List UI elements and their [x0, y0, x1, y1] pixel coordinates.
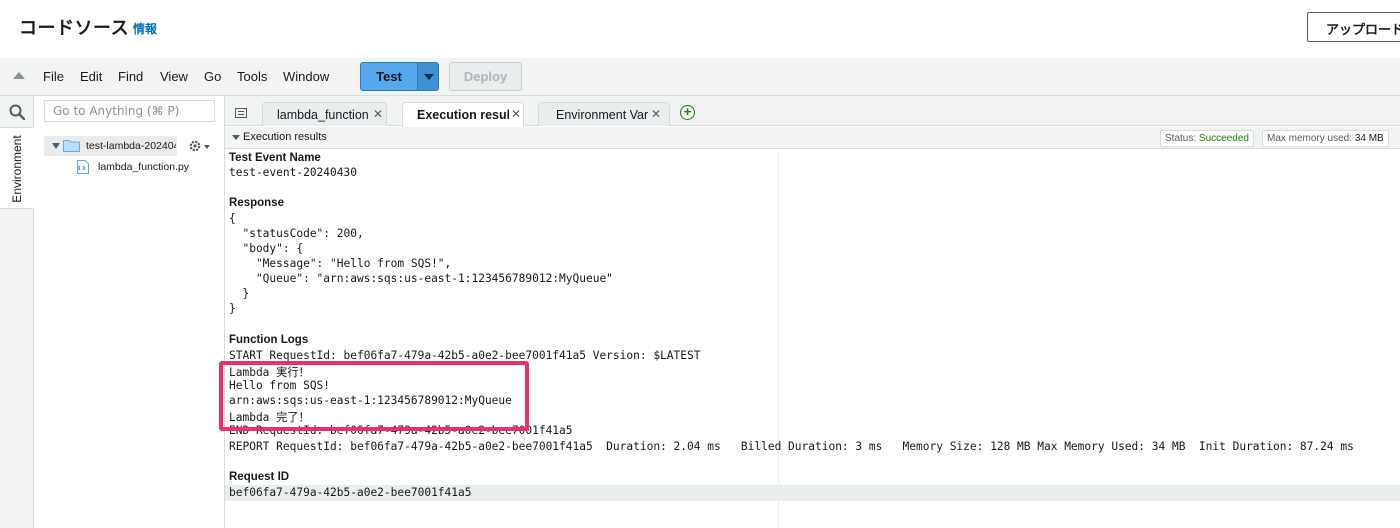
- tab-label: Execution results: [417, 108, 509, 122]
- close-icon[interactable]: ✕: [651, 107, 661, 121]
- search-icon[interactable]: [9, 104, 25, 120]
- close-icon[interactable]: ✕: [511, 107, 521, 121]
- print-margin-guide: [778, 150, 779, 528]
- menu-find[interactable]: Find: [118, 69, 143, 84]
- response-line: "body": {: [229, 242, 304, 255]
- status-badge: Status: Succeeded: [1160, 130, 1254, 147]
- page-title: コードソース: [19, 18, 130, 39]
- file-explorer: Go to Anything (⌘ P) test-lambda-202404 …: [34, 96, 225, 528]
- upload-button[interactable]: アップロード: [1307, 12, 1400, 42]
- menu-view[interactable]: View: [160, 69, 188, 84]
- test-button-group: Test: [360, 62, 439, 91]
- status-label: Status:: [1165, 133, 1197, 144]
- folder-label[interactable]: test-lambda-202404: [86, 140, 176, 152]
- execution-results-body: Test Event Name test-event-20240430 Resp…: [219, 150, 1400, 528]
- highlight-annotation: [219, 361, 529, 431]
- deploy-button[interactable]: Deploy: [449, 62, 522, 91]
- response-line: "Message": "Hello from SQS!",: [229, 257, 452, 270]
- request-id-label: Request ID: [229, 471, 290, 483]
- function-logs-label: Function Logs: [229, 334, 309, 346]
- python-file-icon: [77, 160, 89, 174]
- gear-dropdown-icon[interactable]: [204, 145, 210, 149]
- test-event-name: test-event-20240430: [229, 166, 357, 179]
- status-value: Succeeded: [1198, 133, 1249, 144]
- gear-icon[interactable]: [188, 139, 202, 153]
- environment-tab[interactable]: Environment: [0, 127, 34, 209]
- environment-tab-label: Environment: [10, 135, 24, 203]
- collapse-icon[interactable]: [13, 72, 25, 79]
- results-panel-header: Execution results Status: Succeeded Max …: [225, 127, 1400, 149]
- editor-tabbar: lambda_function. ✕ Execution results ✕ E…: [225, 96, 1400, 127]
- tab-lambda-function[interactable]: lambda_function. ✕: [262, 102, 387, 126]
- menu-edit[interactable]: Edit: [80, 69, 102, 84]
- test-event-name-label: Test Event Name: [229, 152, 321, 164]
- chevron-down-icon[interactable]: [232, 135, 240, 140]
- tab-label: Environment Var: [556, 108, 648, 122]
- response-line: }: [229, 287, 250, 300]
- tab-label: lambda_function.: [277, 108, 369, 122]
- left-rail: Environment: [0, 96, 34, 528]
- response-line: "statusCode": 200,: [229, 227, 364, 240]
- request-id: bef06fa7-479a-42b5-a0e2-bee7001f41a5: [229, 486, 472, 499]
- menu-file[interactable]: File: [43, 69, 64, 84]
- ide-menubar: File Edit Find View Go Tools Window Test…: [0, 58, 1400, 96]
- memory-badge: Max memory used: 34 MB: [1262, 130, 1389, 147]
- chevron-down-icon[interactable]: [52, 143, 60, 149]
- response-line: {: [229, 212, 236, 225]
- tab-execution-results[interactable]: Execution results ✕: [402, 102, 524, 127]
- log-line: REPORT RequestId: bef06fa7-479a-42b5-a0e…: [229, 440, 1354, 453]
- goto-anything-input[interactable]: Go to Anything (⌘ P): [44, 100, 215, 122]
- menu-window[interactable]: Window: [283, 69, 329, 84]
- tab-list-icon[interactable]: [235, 108, 247, 118]
- page-header: コードソース 情報 アップロード: [0, 0, 1400, 58]
- test-button[interactable]: Test: [361, 63, 417, 90]
- response-line: "Queue": "arn:aws:sqs:us-east-1:12345678…: [229, 272, 613, 285]
- info-link[interactable]: 情報: [133, 20, 157, 37]
- memory-value: 34 MB: [1354, 133, 1384, 144]
- response-label: Response: [229, 197, 284, 209]
- test-dropdown-icon[interactable]: [417, 63, 438, 90]
- tab-environment-variables[interactable]: Environment Var ✕: [538, 102, 670, 126]
- memory-label: Max memory used:: [1267, 133, 1353, 144]
- menu-go[interactable]: Go: [204, 69, 221, 84]
- close-icon[interactable]: ✕: [373, 107, 383, 121]
- menu-tools[interactable]: Tools: [237, 69, 267, 84]
- add-tab-icon[interactable]: +: [680, 105, 695, 120]
- panel-title: Execution results: [243, 131, 327, 143]
- file-label[interactable]: lambda_function.py: [98, 161, 189, 173]
- folder-icon: [63, 140, 80, 152]
- response-line: }: [229, 302, 236, 315]
